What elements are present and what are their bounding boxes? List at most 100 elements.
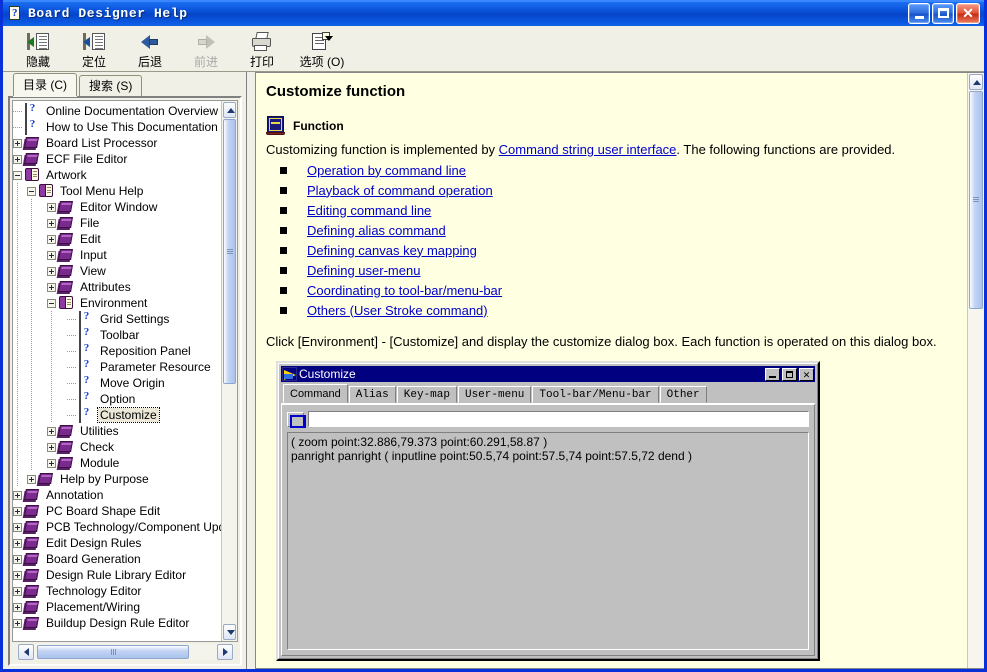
tree-expand-icon[interactable] (13, 586, 22, 596)
dialog-tab-key-map[interactable]: Key-map (396, 386, 457, 403)
tree-item-tool-menu-help[interactable]: Tool Menu Help (13, 183, 221, 199)
dialog-tab-other[interactable]: Other (659, 386, 707, 403)
tree-scroll-right-button[interactable] (217, 644, 233, 660)
tree-expand-icon[interactable] (47, 426, 56, 436)
tree-collapse-icon[interactable] (47, 298, 56, 308)
dialog-tab-toolbar-menubar[interactable]: Tool-bar/Menu-bar (532, 386, 659, 403)
tree-hscroll-thumb[interactable] (37, 645, 189, 659)
tree-collapse-icon[interactable] (27, 186, 36, 196)
content-scroll-up-button[interactable] (969, 74, 983, 90)
tree-hscroll-track[interactable] (35, 644, 216, 660)
command-prompt-icon[interactable] (287, 411, 306, 428)
tab-search[interactable]: 搜索 (S) (79, 75, 143, 96)
tree-vertical-scrollbar[interactable] (221, 101, 237, 641)
tree-expand-icon[interactable] (13, 506, 22, 516)
tree-scroll-track[interactable] (222, 119, 237, 623)
content-scroll-thumb[interactable] (969, 91, 983, 309)
toolbar-locate-button[interactable]: 定位 (67, 29, 121, 71)
tree-horizontal-scrollbar[interactable] (17, 644, 234, 660)
tree-scroll-thumb[interactable] (223, 119, 236, 384)
dialog-tab-user-menu[interactable]: User-menu (457, 386, 532, 403)
tab-contents[interactable]: 目录 (C) (13, 73, 77, 96)
tree-item-ecf-file-editor[interactable]: ECF File Editor (13, 151, 221, 167)
tree-item-attributes[interactable]: Attributes (13, 279, 221, 295)
tree-item-annotation[interactable]: Annotation (13, 487, 221, 503)
tree-item-view[interactable]: View (13, 263, 221, 279)
tree-expand-icon[interactable] (47, 202, 56, 212)
tree-item-buildup-design-rule-editor[interactable]: Buildup Design Rule Editor (13, 615, 221, 631)
tree-expand-icon[interactable] (13, 522, 22, 532)
tree-item-grid-settings[interactable]: Grid Settings (13, 311, 221, 327)
toolbar-forward-button[interactable]: 前进 (179, 29, 233, 71)
toolbar-options-button[interactable]: 选项 (O) (291, 29, 353, 71)
tree-item-artwork[interactable]: Artwork (13, 167, 221, 183)
tree-item-toolbar[interactable]: Toolbar (13, 327, 221, 343)
dialog-tab-alias[interactable]: Alias (348, 386, 396, 403)
link-defining-canvas-key-mapping[interactable]: Defining canvas key mapping (307, 243, 477, 258)
tree-item-parameter-resource[interactable]: Parameter Resource (13, 359, 221, 375)
tree-item-file[interactable]: File (13, 215, 221, 231)
dialog-close-button[interactable]: ✕ (799, 367, 814, 381)
tree-item-placement-wiring[interactable]: Placement/Wiring (13, 599, 221, 615)
tree-expand-icon[interactable] (47, 218, 56, 228)
link-operation-by-command-line[interactable]: Operation by command line (307, 163, 466, 178)
tree-item-technology-editor[interactable]: Technology Editor (13, 583, 221, 599)
tree-expand-icon[interactable] (13, 618, 22, 628)
tree-item-pcb-technology-component-upd[interactable]: PCB Technology/Component Upd (13, 519, 221, 535)
command-history-list[interactable]: ( zoom point:32.886,79.373 point:60.291,… (287, 432, 809, 650)
close-button[interactable]: ✕ (956, 2, 980, 24)
toolbar-back-button[interactable]: 后退 (123, 29, 177, 71)
tree-item-option[interactable]: Option (13, 391, 221, 407)
link-editing-command-line[interactable]: Editing command line (307, 203, 431, 218)
toolbar-print-button[interactable]: 打印 (235, 29, 289, 71)
tree-item-pc-board-shape-edit[interactable]: PC Board Shape Edit (13, 503, 221, 519)
tree-expand-icon[interactable] (13, 554, 22, 564)
content-vertical-scrollbar[interactable] (967, 73, 984, 668)
tree-expand-icon[interactable] (13, 154, 22, 164)
tree-item-move-origin[interactable]: Move Origin (13, 375, 221, 391)
tree-item-environment[interactable]: Environment (13, 295, 221, 311)
tree-expand-icon[interactable] (13, 490, 22, 500)
link-defining-user-menu[interactable]: Defining user-menu (307, 263, 420, 278)
toolbar-hide-button[interactable]: 隐藏 (11, 29, 65, 71)
tree-expand-icon[interactable] (47, 282, 56, 292)
tree-expand-icon[interactable] (47, 442, 56, 452)
dialog-maximize-button[interactable] (782, 367, 797, 381)
tree-expand-icon[interactable] (13, 602, 22, 612)
tree-expand-icon[interactable] (47, 234, 56, 244)
tree-item-help-by-purpose[interactable]: Help by Purpose (13, 471, 221, 487)
dialog-tab-command[interactable]: Command (283, 384, 348, 403)
tree-expand-icon[interactable] (47, 458, 56, 468)
tree-item-module[interactable]: Module (13, 455, 221, 471)
tree-item-reposition-panel[interactable]: Reposition Panel (13, 343, 221, 359)
command-input[interactable] (308, 411, 809, 427)
tree-item-editor-window[interactable]: Editor Window (13, 199, 221, 215)
tree-collapse-icon[interactable] (13, 170, 22, 180)
tree-item-edit[interactable]: Edit (13, 231, 221, 247)
tree-expand-icon[interactable] (13, 538, 22, 548)
dialog-minimize-button[interactable] (765, 367, 780, 381)
contents-tree[interactable]: Online Documentation Overview How to Use … (12, 100, 238, 642)
tree-scroll-left-button[interactable] (18, 644, 34, 660)
tree-item-edit-design-rules[interactable]: Edit Design Rules (13, 535, 221, 551)
tree-item-input[interactable]: Input (13, 247, 221, 263)
tree-scroll-down-button[interactable] (223, 624, 236, 640)
tree-scroll-up-button[interactable] (223, 102, 236, 118)
tree-expand-icon[interactable] (47, 250, 56, 260)
link-playback-of-command-operation[interactable]: Playback of command operation (307, 183, 493, 198)
link-command-string-user-interface[interactable]: Command string user interface (499, 142, 677, 157)
tree-item-utilities[interactable]: Utilities (13, 423, 221, 439)
tree-expand-icon[interactable] (27, 474, 36, 484)
tree-item-how-to-use-this-documentation[interactable]: How to Use This Documentation (13, 119, 221, 135)
tree-item-design-rule-library-editor[interactable]: Design Rule Library Editor (13, 567, 221, 583)
link-others-user-stroke-command[interactable]: Others (User Stroke command) (307, 303, 488, 318)
tree-item-online-documentation-overview[interactable]: Online Documentation Overview (13, 103, 221, 119)
tree-item-board-generation[interactable]: Board Generation (13, 551, 221, 567)
minimize-button[interactable] (908, 2, 930, 24)
link-defining-alias-command[interactable]: Defining alias command (307, 223, 446, 238)
tree-item-customize[interactable]: Customize (13, 407, 221, 423)
tree-expand-icon[interactable] (13, 570, 22, 580)
content-scroll-track[interactable] (968, 91, 984, 668)
tree-expand-icon[interactable] (13, 138, 22, 148)
pane-splitter[interactable] (247, 72, 255, 669)
